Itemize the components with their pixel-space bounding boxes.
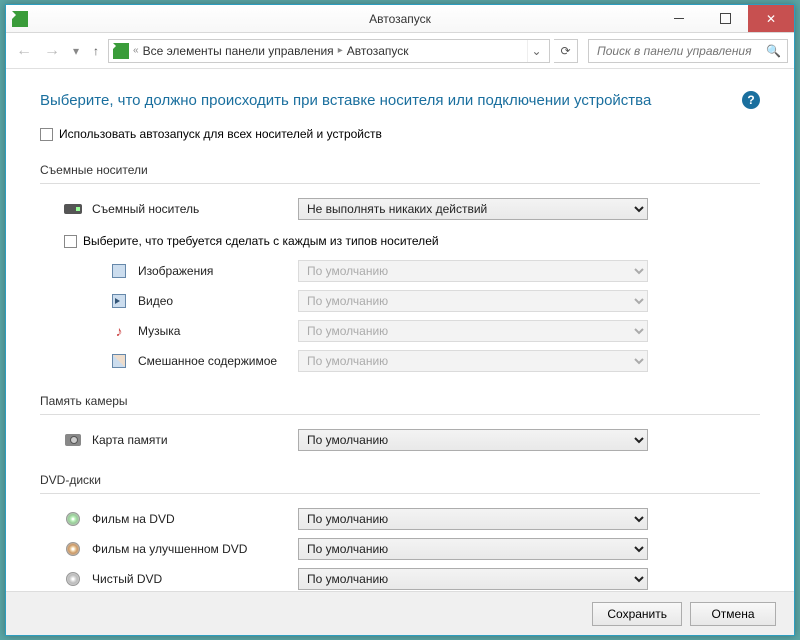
removable-drive-row: Съемный носитель Не выполнять никаких де…: [40, 198, 760, 220]
section-removable-title: Съемные носители: [40, 163, 760, 177]
music-combo: По умолчанию: [298, 320, 648, 342]
dvd-blank-combo[interactable]: По умолчанию: [298, 568, 648, 590]
use-autoplay-all-checkbox[interactable]: [40, 128, 53, 141]
images-combo: По умолчанию: [298, 260, 648, 282]
section-removable-rule: [40, 183, 760, 184]
per-type-label: Выберите, что требуется сделать с каждым…: [83, 234, 439, 248]
dvd-movie-combo[interactable]: По умолчанию: [298, 508, 648, 530]
video-row: Видео По умолчанию: [40, 290, 760, 312]
up-button[interactable]: ↑: [88, 44, 104, 58]
dvd-enhanced-icon: [64, 542, 82, 556]
video-combo: По умолчанию: [298, 290, 648, 312]
memory-card-row: Карта памяти По умолчанию: [40, 429, 760, 451]
maximize-button[interactable]: [702, 5, 748, 32]
dvd-enhanced-combo[interactable]: По умолчанию: [298, 538, 648, 560]
dvd-blank-label: Чистый DVD: [92, 572, 298, 586]
camera-icon: [64, 433, 82, 447]
navbar: ← → ▾ ↑ « Все элементы панели управления…: [6, 33, 794, 69]
window-controls: [656, 5, 794, 32]
video-icon: [110, 294, 128, 308]
use-autoplay-all-row[interactable]: Использовать автозапуск для всех носител…: [40, 127, 760, 141]
history-dropdown[interactable]: ▾: [68, 44, 84, 58]
mixed-row: Смешанное содержимое По умолчанию: [40, 350, 760, 372]
dvd-enhanced-label: Фильм на улучшенном DVD: [92, 542, 298, 556]
memory-card-label: Карта памяти: [92, 433, 298, 447]
removable-drive-combo[interactable]: Не выполнять никаких действий: [298, 198, 648, 220]
per-type-checkbox[interactable]: [64, 235, 77, 248]
breadcrumb-autoplay[interactable]: Автозапуск: [347, 44, 409, 58]
images-row: Изображения По умолчанию: [40, 260, 760, 282]
page-heading-row: Выберите, что должно происходить при вст…: [40, 91, 760, 109]
forward-button: →: [40, 39, 64, 63]
music-label: Музыка: [138, 324, 298, 338]
autoplay-window: Автозапуск ← → ▾ ↑ « Все элементы панели…: [5, 4, 795, 636]
address-dropdown[interactable]: ⌄: [527, 40, 545, 62]
app-icon: [12, 11, 28, 27]
page-heading: Выберите, что должно происходить при вст…: [40, 92, 651, 109]
titlebar: Автозапуск: [6, 5, 794, 33]
removable-drive-label: Съемный носитель: [92, 202, 298, 216]
music-row: ♪ Музыка По умолчанию: [40, 320, 760, 342]
footer: Сохранить Отмена: [6, 591, 794, 635]
address-bar[interactable]: « Все элементы панели управления ▸ Автоз…: [108, 39, 550, 63]
dvd-movie-icon: [64, 512, 82, 526]
search-icon: 🔍: [766, 44, 781, 58]
chevron-right-icon: ▸: [338, 45, 343, 56]
mixed-icon: [110, 354, 128, 368]
drive-icon: [64, 202, 82, 216]
content-area: Выберите, что должно происходить при вст…: [6, 69, 794, 591]
mixed-combo: По умолчанию: [298, 350, 648, 372]
minimize-button[interactable]: [656, 5, 702, 32]
breadcrumb-all-items[interactable]: Все элементы панели управления: [143, 44, 334, 58]
dvd-movie-row: Фильм на DVD По умолчанию: [40, 508, 760, 530]
images-icon: [110, 264, 128, 278]
memory-card-combo[interactable]: По умолчанию: [298, 429, 648, 451]
save-button[interactable]: Сохранить: [592, 602, 682, 626]
cancel-button[interactable]: Отмена: [690, 602, 776, 626]
images-label: Изображения: [138, 264, 298, 278]
dvd-enhanced-row: Фильм на улучшенном DVD По умолчанию: [40, 538, 760, 560]
section-dvd-rule: [40, 493, 760, 494]
dvd-movie-label: Фильм на DVD: [92, 512, 298, 526]
dvd-blank-row: Чистый DVD По умолчанию: [40, 568, 760, 590]
section-dvd-title: DVD-диски: [40, 473, 760, 487]
search-box[interactable]: 🔍: [588, 39, 788, 63]
per-type-row[interactable]: Выберите, что требуется сделать с каждым…: [40, 234, 760, 248]
refresh-button[interactable]: ⟳: [554, 39, 578, 63]
close-button[interactable]: [748, 5, 794, 32]
video-label: Видео: [138, 294, 298, 308]
back-button[interactable]: ←: [12, 39, 36, 63]
music-icon: ♪: [110, 324, 128, 338]
search-input[interactable]: [595, 43, 755, 59]
help-icon[interactable]: ?: [742, 91, 760, 109]
crumb-prefix: «: [133, 45, 139, 56]
control-panel-icon: [113, 43, 129, 59]
section-camera-title: Память камеры: [40, 394, 760, 408]
use-autoplay-all-label: Использовать автозапуск для всех носител…: [59, 127, 382, 141]
dvd-blank-icon: [64, 572, 82, 586]
mixed-label: Смешанное содержимое: [138, 354, 298, 368]
section-camera-rule: [40, 414, 760, 415]
